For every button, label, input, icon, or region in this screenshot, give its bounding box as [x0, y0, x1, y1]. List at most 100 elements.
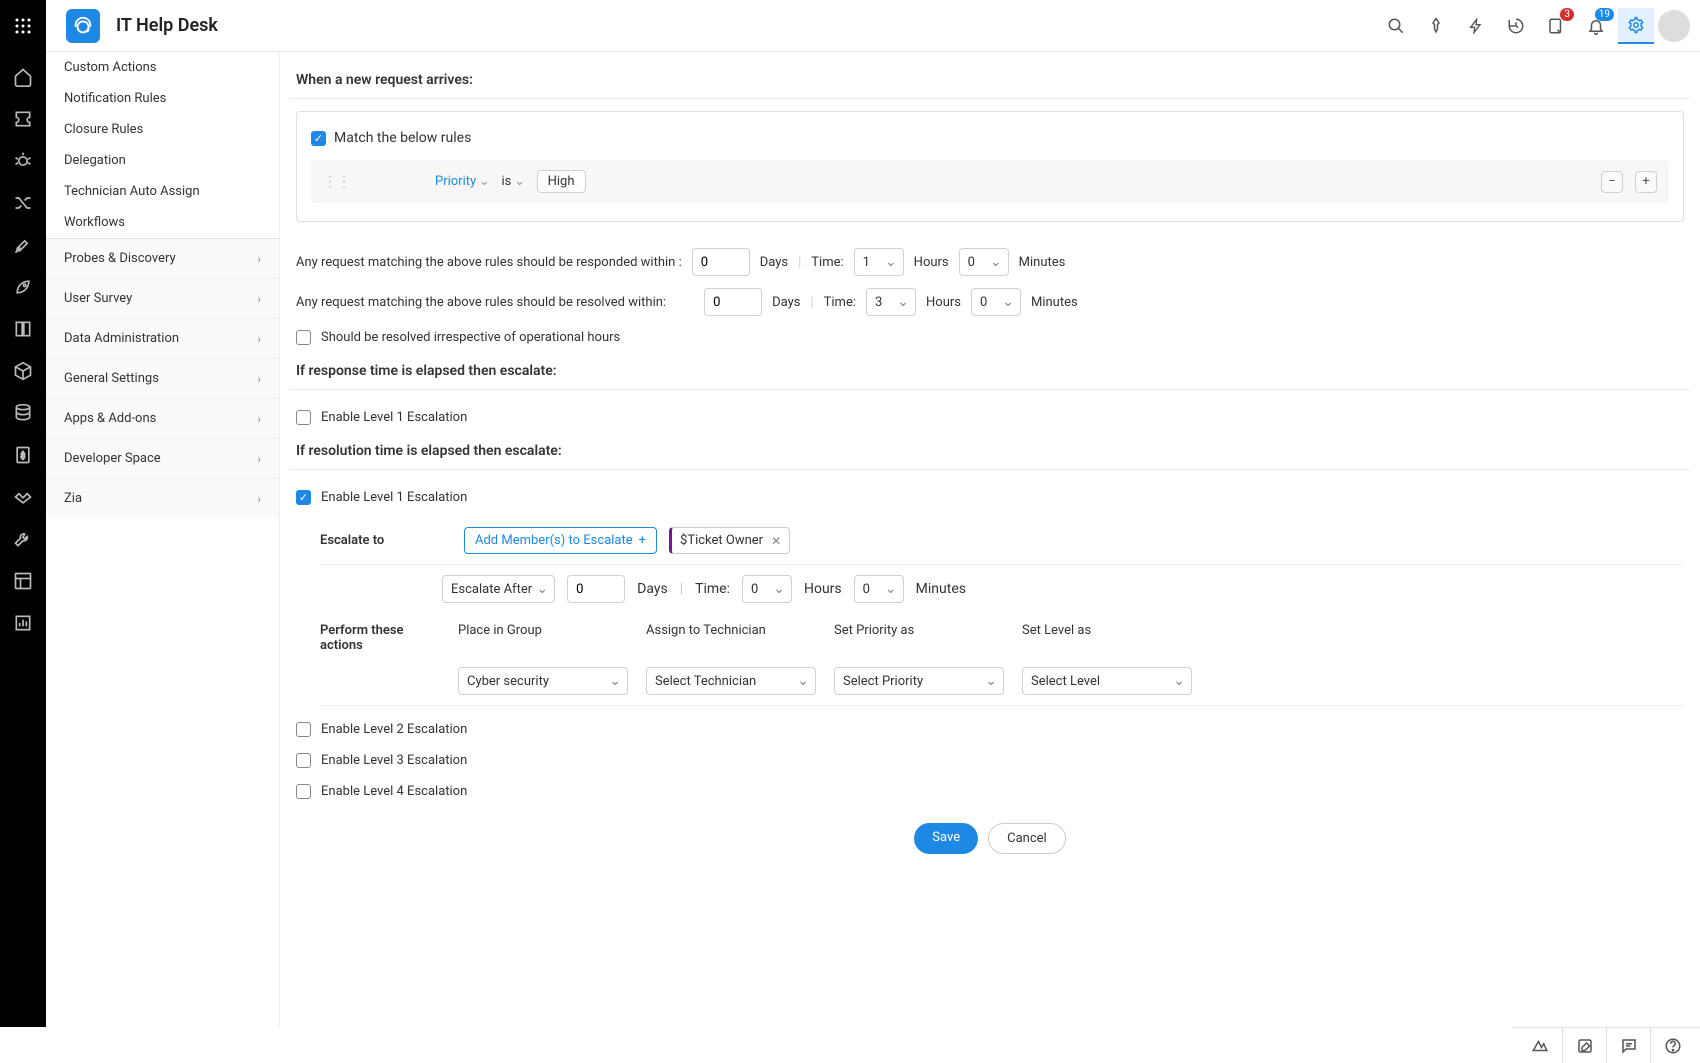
- task-icon[interactable]: 3: [1538, 8, 1574, 44]
- sidebar-section-zia[interactable]: Zia›: [46, 478, 279, 518]
- remove-rule-button[interactable]: −: [1601, 171, 1623, 193]
- sidebar-section-label: General Settings: [64, 371, 159, 386]
- time-label: Time:: [824, 295, 856, 310]
- report-icon[interactable]: [8, 608, 38, 638]
- sidebar-section-data-admin[interactable]: Data Administration›: [46, 318, 279, 358]
- shuffle-icon[interactable]: [8, 188, 38, 218]
- sidebar-item-workflows[interactable]: Workflows: [46, 207, 279, 238]
- hours-label: Hours: [914, 255, 949, 270]
- resolve-minutes-select[interactable]: 0: [971, 288, 1021, 316]
- escalate-hours-select[interactable]: 0: [742, 575, 792, 603]
- remove-token-icon[interactable]: ✕: [771, 534, 781, 548]
- home-icon[interactable]: [8, 62, 38, 92]
- handshake-icon[interactable]: [8, 482, 38, 512]
- cube-icon[interactable]: [8, 356, 38, 386]
- priority-select[interactable]: Select Priority: [834, 667, 1004, 695]
- col-group-label: Place in Group: [458, 623, 628, 638]
- bell-icon[interactable]: 19: [1578, 8, 1614, 44]
- rocket-icon[interactable]: [8, 272, 38, 302]
- sidebar-section-label: Developer Space: [64, 451, 161, 466]
- compose-icon[interactable]: [1562, 1028, 1606, 1063]
- response-l1-checkbox[interactable]: [296, 410, 311, 425]
- col-level-label: Set Level as: [1022, 623, 1192, 638]
- app-title: IT Help Desk: [116, 15, 218, 36]
- database-icon[interactable]: [8, 398, 38, 428]
- sidebar-item-notification-rules[interactable]: Notification Rules: [46, 83, 279, 114]
- group-select[interactable]: Cyber security: [458, 667, 628, 695]
- col-priority-label: Set Priority as: [834, 623, 1004, 638]
- escalate-minutes-select[interactable]: 0: [854, 575, 904, 603]
- irrespective-checkbox[interactable]: [296, 330, 311, 345]
- rule-operator[interactable]: is ⌄: [501, 174, 524, 189]
- level-select[interactable]: Select Level: [1022, 667, 1192, 695]
- chat-icon[interactable]: [1606, 1028, 1650, 1063]
- sidebar-section-label: Zia: [64, 491, 82, 506]
- sidebar-section-user-survey[interactable]: User Survey›: [46, 278, 279, 318]
- resolution-l2-checkbox[interactable]: [296, 722, 311, 737]
- rule-field[interactable]: Priority ⌄: [435, 174, 489, 189]
- tools-icon[interactable]: [8, 230, 38, 260]
- chevron-right-icon: ›: [257, 452, 261, 466]
- sidebar-section-probes[interactable]: Probes & Discovery ›: [46, 238, 279, 278]
- chevron-right-icon: ›: [257, 412, 261, 426]
- user-avatar[interactable]: [1658, 10, 1690, 42]
- sidebar-item-tech-auto-assign[interactable]: Technician Auto Assign: [46, 176, 279, 207]
- left-rail: $: [0, 52, 46, 1027]
- heading-new-request: When a new request arrives:: [290, 62, 1690, 99]
- book-icon[interactable]: [8, 314, 38, 344]
- ticket-icon[interactable]: [8, 104, 38, 134]
- add-rule-button[interactable]: +: [1635, 171, 1657, 193]
- drag-handle-icon[interactable]: ⋮⋮: [323, 174, 351, 190]
- sidebar-section-general-settings[interactable]: General Settings›: [46, 358, 279, 398]
- response-l1-label: Enable Level 1 Escalation: [321, 410, 467, 425]
- sidebar-item-delegation[interactable]: Delegation: [46, 145, 279, 176]
- hours-label: Hours: [926, 295, 961, 310]
- resolution-l4-checkbox[interactable]: [296, 784, 311, 799]
- actions-grid: Perform these actions Place in Group Ass…: [320, 623, 1192, 695]
- respond-hours-select[interactable]: 1: [854, 248, 904, 276]
- settings-gear-icon[interactable]: [1618, 8, 1654, 44]
- add-member-button[interactable]: Add Member(s) to Escalate +: [464, 527, 657, 554]
- pin-icon[interactable]: [1418, 8, 1454, 44]
- resolution-l1-checkbox[interactable]: ✓: [296, 490, 311, 505]
- sidebar-section-label: Probes & Discovery: [64, 251, 176, 266]
- escalate-days-input[interactable]: [567, 575, 625, 603]
- rules-box: ✓ Match the below rules ⋮⋮ Priority ⌄ is…: [296, 111, 1684, 222]
- escalate-after-select[interactable]: Escalate After: [442, 575, 555, 603]
- bug-icon[interactable]: [8, 146, 38, 176]
- match-rules-row: ✓ Match the below rules: [311, 130, 1669, 146]
- history-icon[interactable]: [1498, 8, 1534, 44]
- col-tech-label: Assign to Technician: [646, 623, 816, 638]
- resolve-days-input[interactable]: [704, 288, 762, 316]
- resolution-l2-label: Enable Level 2 Escalation: [321, 722, 467, 737]
- apps-grid-icon[interactable]: [0, 0, 46, 52]
- resolution-l3-checkbox[interactable]: [296, 753, 311, 768]
- topbar: IT Help Desk 3 19: [0, 0, 1700, 52]
- svg-text:$: $: [21, 450, 26, 461]
- sidebar-section-apps-addons[interactable]: Apps & Add-ons›: [46, 398, 279, 438]
- chevron-right-icon: ›: [257, 252, 261, 266]
- layout-icon[interactable]: [8, 566, 38, 596]
- bolt-icon[interactable]: [1458, 8, 1494, 44]
- save-button[interactable]: Save: [914, 823, 978, 854]
- help-icon[interactable]: [1650, 1028, 1694, 1063]
- sidebar-item-closure-rules[interactable]: Closure Rules: [46, 114, 279, 145]
- respond-minutes-select[interactable]: 0: [959, 248, 1009, 276]
- sidebar-section-developer-space[interactable]: Developer Space ›: [46, 438, 279, 478]
- rule-value[interactable]: High: [537, 170, 586, 193]
- match-rules-checkbox[interactable]: ✓: [311, 131, 326, 146]
- sidebar: Custom Actions Notification Rules Closur…: [46, 52, 280, 1027]
- irrespective-row: Should be resolved irrespective of opera…: [290, 322, 1690, 353]
- escalate-to-label: Escalate to: [320, 533, 420, 548]
- invoice-icon[interactable]: $: [8, 440, 38, 470]
- zia-icon[interactable]: [1518, 1028, 1562, 1063]
- respond-days-input[interactable]: [692, 248, 750, 276]
- sidebar-item-custom-actions[interactable]: Custom Actions: [46, 52, 279, 83]
- search-icon[interactable]: [1378, 8, 1414, 44]
- wrench-icon[interactable]: [8, 524, 38, 554]
- cancel-button[interactable]: Cancel: [988, 823, 1066, 854]
- technician-select[interactable]: Select Technician: [646, 667, 816, 695]
- respond-label: Any request matching the above rules sho…: [296, 255, 682, 270]
- resolve-hours-select[interactable]: 3: [866, 288, 916, 316]
- main: $ Custom Actions Notification Rules Clos…: [0, 52, 1700, 1027]
